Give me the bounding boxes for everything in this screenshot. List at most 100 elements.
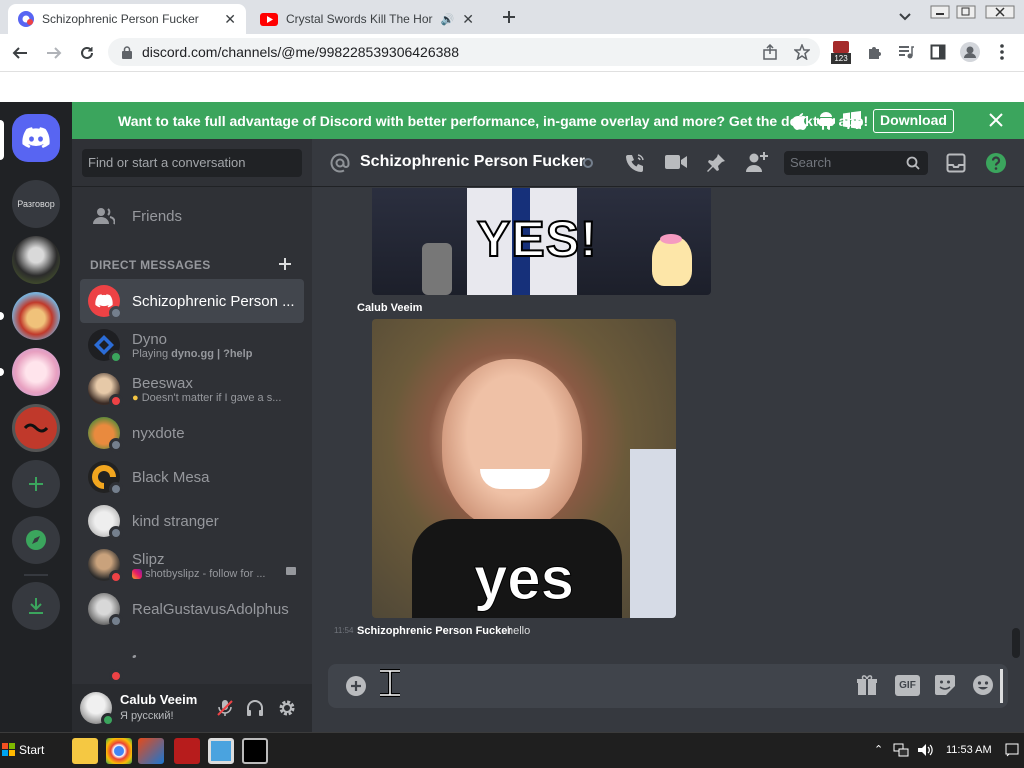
download-button[interactable]: Download — [873, 109, 954, 133]
calendar-extension-icon[interactable]: 123 — [830, 40, 852, 64]
server-razgovor[interactable]: Разговор — [12, 180, 60, 228]
action-center-icon[interactable] — [1005, 743, 1019, 757]
dm-item-dyno[interactable]: Dyno Playing dyno.gg | ?help — [80, 323, 304, 367]
server-football-icon[interactable] — [12, 236, 60, 284]
app-launcher-icon[interactable] — [138, 738, 164, 764]
chrome-browser-icon[interactable] — [106, 738, 132, 764]
gif-embed-yes-man[interactable]: YES! — [372, 188, 711, 295]
server-red-mascot-icon[interactable] — [12, 404, 60, 452]
channel-name: Schizophrenic Person Fucker — [360, 153, 585, 170]
dm-item-unnamed[interactable]: 𝅘 — [80, 631, 304, 683]
avatar — [88, 505, 123, 540]
mute-microphone-icon[interactable] — [216, 699, 234, 717]
chat-search-input[interactable]: Search — [784, 151, 928, 175]
close-banner-icon[interactable] — [988, 112, 1004, 128]
restore-window-icon[interactable] — [954, 0, 978, 24]
forward-arrow-icon[interactable] — [42, 41, 66, 65]
reload-icon[interactable] — [75, 41, 99, 65]
dm-item-nyxdote[interactable]: nyxdote — [80, 411, 304, 455]
share-icon[interactable] — [758, 40, 782, 64]
start-label: Start — [19, 743, 45, 757]
message-composer[interactable]: GIF — [328, 664, 1008, 708]
face-shape — [442, 359, 582, 529]
create-dm-plus-icon[interactable] — [278, 257, 292, 271]
server-label: Разговор — [17, 199, 55, 209]
video-call-icon[interactable] — [665, 153, 687, 171]
dm-item-beeswax[interactable]: Beeswax ● Doesn't matter if I gave a s..… — [80, 367, 304, 411]
microphone-shape — [422, 243, 452, 295]
tab-search-chevron-down-icon[interactable] — [893, 5, 917, 29]
instagram-icon — [132, 568, 142, 579]
back-arrow-icon[interactable] — [8, 41, 32, 65]
kebab-menu-icon[interactable] — [990, 40, 1014, 64]
upload-plus-icon[interactable] — [346, 676, 366, 696]
headphones-icon[interactable] — [246, 699, 264, 717]
home-discord-icon[interactable] — [12, 114, 60, 162]
dm-item-slipz[interactable]: Slipz shotbyslipz - follow for ... — [80, 543, 304, 587]
desktop-app-banner: Want to take full advantage of Discord w… — [72, 102, 1024, 139]
browser-tab-active[interactable]: Schizophrenic Person Fucker ✕ — [8, 4, 246, 34]
self-avatar[interactable] — [80, 692, 115, 727]
profile-avatar-icon[interactable] — [958, 40, 982, 64]
address-bar[interactable]: discord.com/channels/@me/998228539306426… — [108, 38, 820, 66]
speaker-icon[interactable]: 🔊 — [441, 13, 455, 26]
dm-custom-status: ● Doesn't matter if I gave a s... — [132, 392, 281, 404]
dm-item-black-mesa[interactable]: Black Mesa — [80, 455, 304, 499]
command-prompt-icon[interactable] — [242, 738, 268, 764]
emoji-picker-icon[interactable] — [972, 674, 994, 696]
add-friends-to-dm-icon[interactable] — [745, 151, 769, 173]
status-dnd-dot — [109, 394, 123, 408]
minimize-window-icon[interactable] — [928, 0, 952, 24]
voice-call-icon[interactable] — [624, 152, 646, 174]
unread-pill — [0, 312, 4, 320]
message-author[interactable]: Schizophrenic Person Fucker — [357, 625, 512, 637]
browser-toolbar: discord.com/channels/@me/998228539306426… — [0, 34, 1024, 72]
find-conversation-input[interactable]: Find or start a conversation — [82, 149, 302, 177]
system-clock[interactable]: 11:53 AM — [946, 744, 992, 756]
pinned-messages-icon[interactable] — [705, 152, 727, 174]
control-panel-icon[interactable] — [208, 738, 234, 764]
puzzle-extensions-icon[interactable] — [862, 40, 886, 64]
bookmark-star-icon[interactable] — [790, 40, 814, 64]
network-icon[interactable] — [893, 743, 909, 757]
gif-embed-yes-girl[interactable]: yes — [372, 319, 676, 618]
tray-expand-chevron-icon[interactable]: ⌃ — [874, 743, 883, 756]
inbox-icon[interactable] — [946, 153, 966, 173]
start-button[interactable]: Start — [2, 737, 52, 763]
server-anime-girl-icon[interactable] — [12, 348, 60, 396]
browser-tab-youtube[interactable]: Crystal Swords Kill The Horde 🔊 ✕ — [250, 4, 484, 34]
status-offline-dot — [109, 306, 123, 320]
gif-picker-button[interactable]: GIF — [895, 675, 920, 696]
side-panel-icon[interactable] — [926, 40, 950, 64]
dm-item-realgustavusadolphus[interactable]: RealGustavusAdolphus — [80, 587, 304, 631]
dm-item-kind-stranger[interactable]: kind stranger — [80, 499, 304, 543]
friends-nav-item[interactable]: Friends — [80, 194, 304, 238]
self-status-text: Я русский! — [120, 710, 174, 722]
avatar — [88, 285, 123, 320]
help-question-icon[interactable] — [985, 152, 1007, 174]
new-tab-icon[interactable] — [497, 5, 521, 29]
message-scrollbar-thumb[interactable] — [1012, 628, 1020, 658]
close-tab-icon[interactable]: ✕ — [462, 11, 474, 28]
settings-gear-icon[interactable] — [278, 699, 296, 717]
add-server-plus-icon[interactable] — [12, 460, 60, 508]
dm-item-schizophrenic-person[interactable]: Schizophrenic Person ... — [80, 279, 304, 323]
sticker-icon[interactable] — [934, 674, 956, 696]
activity-text: shotbyslipz - follow for ... — [145, 567, 266, 580]
volume-speaker-icon[interactable] — [917, 743, 933, 757]
server-anime-straw-hat-icon[interactable] — [12, 292, 60, 340]
media-queue-icon[interactable] — [894, 40, 918, 64]
close-window-icon[interactable] — [985, 0, 1015, 24]
extension-badge: 123 — [831, 53, 851, 64]
sad-emoji-icon: ● — [132, 391, 139, 404]
gift-icon[interactable] — [856, 674, 878, 696]
close-tab-icon[interactable]: ✕ — [224, 11, 236, 28]
search-placeholder: Search — [790, 155, 832, 170]
app-red-icon[interactable] — [174, 738, 200, 764]
direct-messages-header: DIRECT MESSAGES — [90, 258, 211, 272]
windows-taskbar: Start ⌃ 11:53 AM — [0, 732, 1024, 768]
explore-compass-icon[interactable] — [12, 516, 60, 564]
file-explorer-folder-icon[interactable] — [72, 738, 98, 764]
download-apps-icon[interactable] — [12, 582, 60, 630]
custom-status-text: Doesn't matter if I gave a s... — [141, 391, 282, 404]
